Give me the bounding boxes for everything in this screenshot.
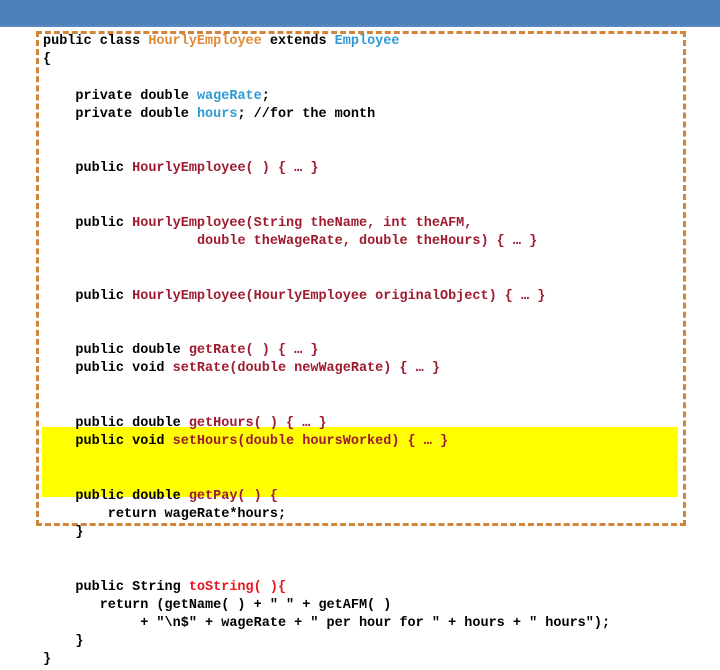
code-token: public	[43, 161, 133, 177]
code-token: HourlyEmployee( ) { … }	[132, 161, 319, 177]
code-line: return (getName( ) + " " + getAFM( )	[43, 597, 713, 615]
code-token: public String	[43, 579, 189, 595]
code-token: }	[43, 525, 84, 541]
code-token: }	[43, 634, 84, 650]
code-token: return wageRate*hours;	[43, 506, 287, 522]
code-token: + "\n$" + wageRate + " per hour for " + …	[43, 616, 611, 631]
code-token: {	[43, 52, 52, 68]
code-token: public void	[43, 434, 173, 450]
code-token: public double	[43, 488, 189, 504]
code-line: private double wageRate;	[43, 88, 713, 106]
code-line: }	[43, 633, 713, 651]
code-token: setRate(double newWageRate) { … }	[172, 361, 440, 377]
code-token: HourlyEmployee(HourlyEmployee originalOb…	[132, 288, 546, 304]
code-token: HourlyEmployee(String theName, int theAF…	[132, 215, 473, 231]
code-token: getPay( ) {	[188, 488, 278, 504]
code-token: setHours(double hoursWorked) { … }	[172, 434, 449, 450]
code-token: getHours( ) { … }	[188, 415, 327, 431]
code-line: public double getRate( ) { … }	[43, 342, 713, 360]
code-token: public	[43, 288, 133, 304]
code-line: }	[43, 651, 713, 669]
code-token: extends	[261, 34, 335, 49]
code-line: public HourlyEmployee(HourlyEmployee ori…	[43, 288, 713, 306]
code-token: Employee	[334, 34, 400, 49]
top-banner-bar	[0, 0, 720, 25]
java-code-listing: public class HourlyEmployee extends Empl…	[43, 33, 713, 670]
code-line: public double getPay( ) {	[43, 488, 713, 506]
code-line: public double getHours( ) { … }	[43, 415, 713, 433]
code-token: HourlyEmployee	[148, 34, 262, 49]
code-line: public String toString( ){	[43, 579, 713, 597]
code-token: public double	[43, 415, 189, 431]
code-line: double theWageRate, double theHours) { ……	[43, 233, 713, 251]
code-token: public void	[43, 361, 173, 377]
code-token: public class	[43, 34, 149, 49]
code-token: wageRate	[196, 88, 262, 104]
code-token: ;	[261, 88, 270, 104]
code-line: private double hours; //for the month	[43, 106, 713, 124]
code-line: public HourlyEmployee(String theName, in…	[43, 215, 713, 233]
code-token: double theWageRate, double theHours) { ……	[196, 234, 538, 250]
code-token: }	[43, 652, 52, 668]
code-token: private double	[43, 88, 197, 104]
code-token: getRate( ) { … }	[188, 343, 319, 359]
code-line: public class HourlyEmployee extends Empl…	[43, 33, 713, 51]
code-line: public HourlyEmployee( ) { … }	[43, 160, 713, 178]
code-token: public	[43, 215, 133, 231]
code-token: toString( ){	[188, 579, 287, 595]
code-token: public double	[43, 343, 189, 359]
code-token: private double	[43, 106, 197, 122]
code-line: public void setHours(double hoursWorked)…	[43, 433, 713, 451]
slide-canvas: public class HourlyEmployee extends Empl…	[0, 0, 720, 667]
code-line: + "\n$" + wageRate + " per hour for " + …	[43, 615, 713, 633]
code-line: return wageRate*hours;	[43, 506, 713, 524]
code-token: hours	[196, 106, 238, 122]
code-token: ; //for the month	[237, 106, 376, 122]
top-banner-underline	[0, 25, 720, 27]
code-line: {	[43, 51, 713, 69]
code-token: return (getName( ) + " " + getAFM( )	[43, 597, 392, 613]
code-line: public void setRate(double newWageRate) …	[43, 360, 713, 378]
